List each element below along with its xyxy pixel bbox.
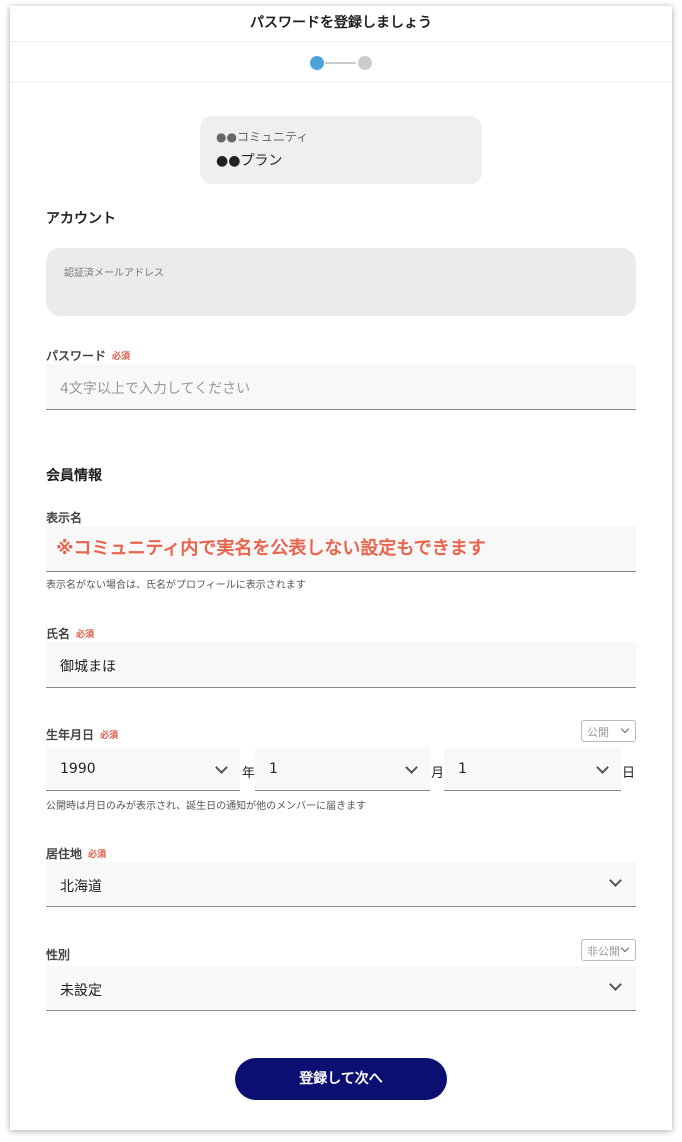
password-label: パスワード 必須 bbox=[46, 347, 130, 364]
step-2-dot bbox=[358, 56, 372, 70]
step-1-dot bbox=[310, 56, 324, 70]
display-name-help: 表示名がない場合は、氏名がプロフィールに表示されます bbox=[46, 580, 306, 591]
full-name-label-text: 氏名 bbox=[46, 627, 71, 641]
plan-summary: ●●コミュニティ ●●プラン bbox=[200, 116, 482, 184]
residence-value: 北海道 bbox=[60, 879, 102, 895]
password-input[interactable]: 4文字以上で入力してください bbox=[46, 364, 636, 410]
email-label: 認証済メールアドレス bbox=[64, 268, 164, 279]
birthday-label: 生年月日 必須 bbox=[46, 726, 118, 743]
chevron-down-icon bbox=[620, 724, 630, 734]
full-name-value: 御城まほ bbox=[60, 659, 116, 675]
birth-month-select[interactable]: 1 bbox=[255, 747, 430, 791]
plan-name: ●●プラン bbox=[216, 153, 283, 169]
residence-select[interactable]: 北海道 bbox=[46, 862, 636, 907]
full-name-input[interactable]: 御城まほ bbox=[46, 642, 636, 688]
step-connector bbox=[325, 62, 356, 64]
birth-year-value: 1990 bbox=[60, 761, 96, 777]
member-section-title: 会員情報 bbox=[46, 468, 102, 484]
residence-label: 居住地 必須 bbox=[46, 845, 106, 862]
display-name-label: 表示名 bbox=[46, 511, 83, 525]
account-section-title: アカウント bbox=[46, 211, 116, 227]
chevron-down-icon bbox=[609, 978, 622, 991]
gender-select[interactable]: 未設定 bbox=[46, 966, 636, 1011]
birth-month-value: 1 bbox=[269, 761, 278, 777]
registration-card: パスワードを登録しましょう ●●コミュニティ ●●プラン アカウント 認証済メー… bbox=[10, 6, 672, 1130]
birthday-visibility-select[interactable]: 公開 bbox=[581, 720, 636, 742]
required-badge: 必須 bbox=[88, 850, 107, 860]
birth-day-value: 1 bbox=[458, 761, 467, 777]
email-field: 認証済メールアドレス bbox=[46, 248, 636, 316]
step-indicator bbox=[10, 43, 672, 83]
submit-button[interactable]: 登録して次へ bbox=[235, 1058, 447, 1100]
community-name: ●●コミュニティ bbox=[216, 130, 309, 144]
chevron-down-icon bbox=[609, 874, 622, 887]
password-label-text: パスワード bbox=[46, 349, 107, 363]
chevron-down-icon bbox=[620, 943, 630, 953]
display-name-input[interactable]: ※コミュニティ内で実名を公表しない設定もできます bbox=[46, 526, 636, 572]
gender-label: 性別 bbox=[46, 948, 71, 962]
gender-value: 未設定 bbox=[60, 983, 102, 999]
display-name-annotation: ※コミュニティ内で実名を公表しない設定もできます bbox=[56, 538, 486, 559]
chevron-down-icon bbox=[596, 761, 609, 774]
page-title: パスワードを登録しましょう bbox=[10, 6, 672, 42]
residence-label-text: 居住地 bbox=[46, 847, 83, 861]
birthday-label-text: 生年月日 bbox=[46, 728, 95, 742]
year-unit: 年 bbox=[242, 766, 256, 781]
birthday-visibility-value: 公開 bbox=[587, 726, 609, 739]
birth-day-select[interactable]: 1 bbox=[444, 747, 621, 791]
chevron-down-icon bbox=[215, 761, 228, 774]
gender-visibility-value: 非公開 bbox=[587, 945, 620, 958]
month-unit: 月 bbox=[431, 766, 445, 781]
full-name-label: 氏名 必須 bbox=[46, 625, 94, 642]
required-badge: 必須 bbox=[76, 630, 95, 640]
required-badge: 必須 bbox=[100, 731, 119, 741]
day-unit: 日 bbox=[622, 766, 636, 781]
gender-visibility-select[interactable]: 非公開 bbox=[581, 939, 636, 961]
password-placeholder: 4文字以上で入力してください bbox=[60, 381, 251, 397]
chevron-down-icon bbox=[405, 761, 418, 774]
required-badge: 必須 bbox=[112, 352, 131, 362]
birthday-help: 公開時は月日のみが表示され、誕生日の通知が他のメンバーに届きます bbox=[46, 801, 367, 812]
birth-year-select[interactable]: 1990 bbox=[46, 747, 240, 791]
